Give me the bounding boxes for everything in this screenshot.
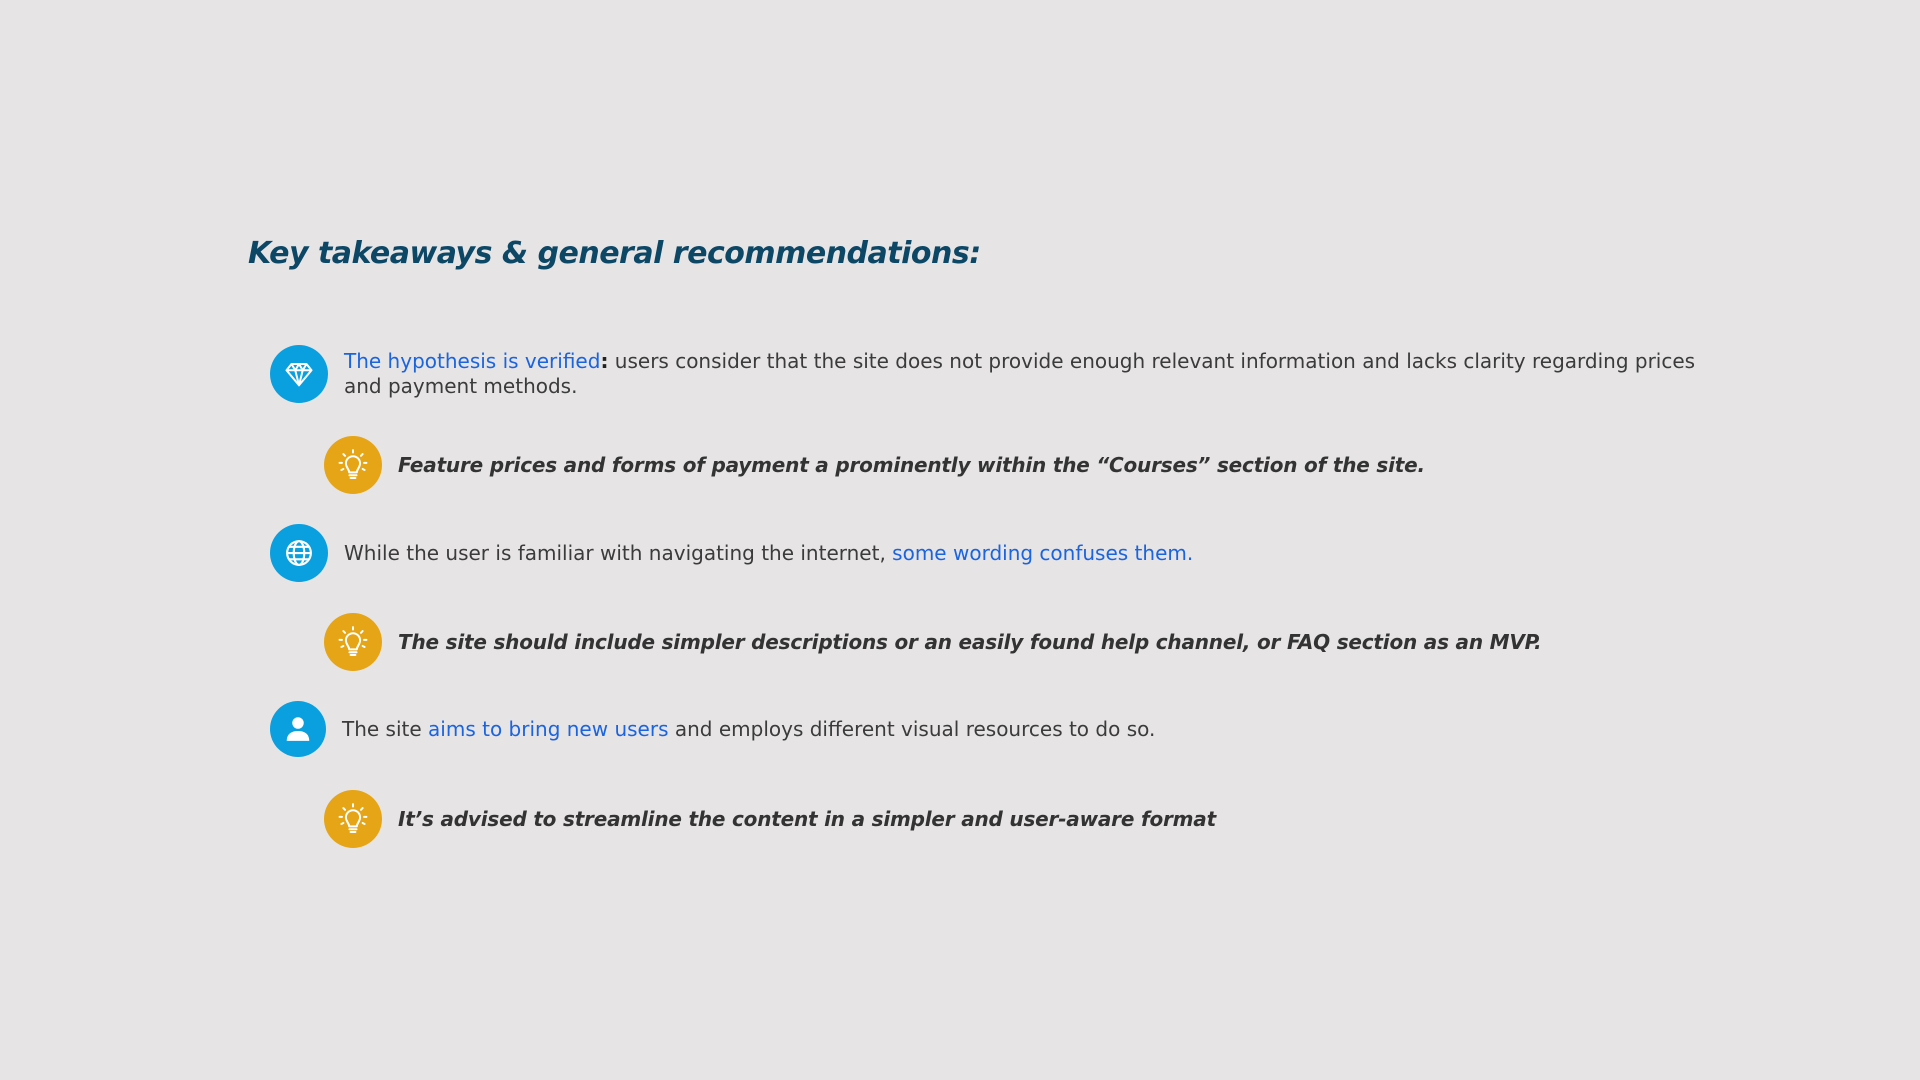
user-icon [270,701,326,757]
finding-before: The site [342,716,429,741]
recommendation-streamline: It’s advised to streamline the content i… [324,790,1216,848]
recommendation-prices: Feature prices and forms of payment a pr… [324,436,1425,494]
page-title: Key takeaways & general recommendations: [248,236,981,271]
finding-text: The hypothesis is verified: users consid… [344,349,1704,399]
recommendation-descriptions: The site should include simpler descript… [324,613,1542,671]
finding-new-users: The site aims to bring new users and emp… [270,701,1155,757]
diamond-icon [270,345,328,403]
finding-highlight: aims to bring new users [428,716,669,741]
finding-text: While the user is familiar with navigati… [344,541,1193,566]
finding-text: The site aims to bring new users and emp… [342,717,1155,742]
globe-icon [270,524,328,582]
finding-hypothesis: The hypothesis is verified: users consid… [270,345,1704,403]
slide: Key takeaways & general recommendations:… [0,0,1920,1080]
finding-before: While the user is familiar with navigati… [344,540,893,565]
finding-highlight: some wording confuses them. [892,540,1194,565]
finding-after: and employs different visual resources t… [668,716,1156,741]
lightbulb-icon [324,436,382,494]
recommendation-text: It’s advised to streamline the content i… [398,806,1216,831]
lightbulb-icon [324,613,382,671]
finding-wording: While the user is familiar with navigati… [270,524,1193,582]
lightbulb-icon [324,790,382,848]
recommendation-text: The site should include simpler descript… [398,629,1542,654]
recommendation-text: Feature prices and forms of payment a pr… [398,452,1425,477]
finding-highlight: The hypothesis is verified [344,349,601,373]
